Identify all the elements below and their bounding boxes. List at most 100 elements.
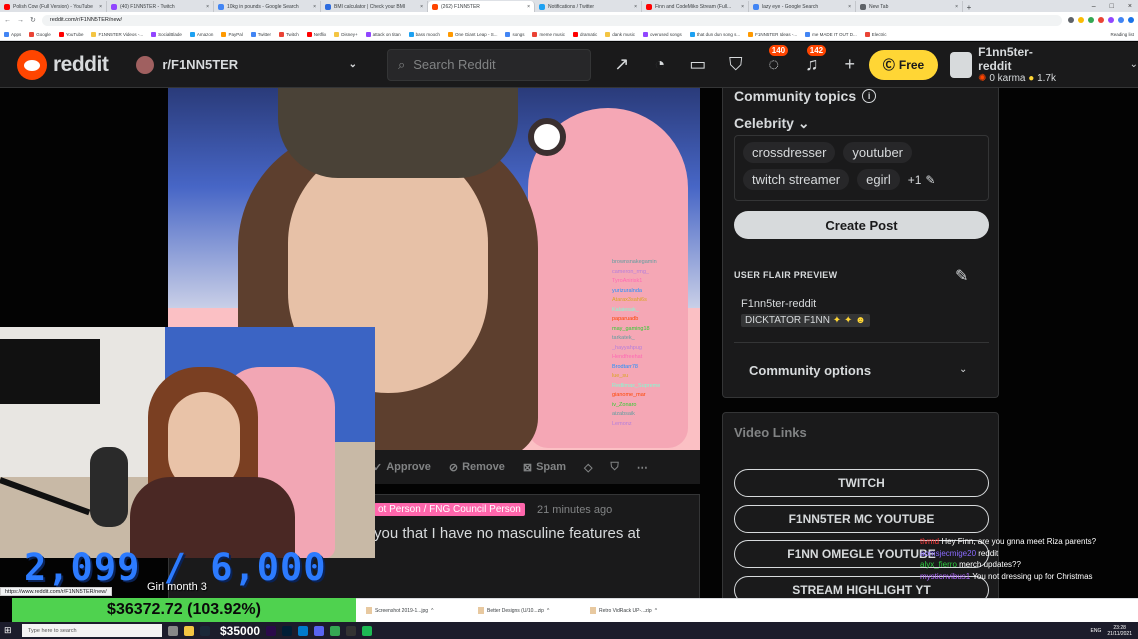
bookmark-item[interactable]: Netflix [306,31,326,37]
close-tab-icon[interactable]: × [955,4,958,10]
reading-list[interactable]: Reading list [1110,32,1134,37]
cortana-icon[interactable] [168,625,178,636]
window-controls[interactable]: – □ × [1092,3,1138,10]
more-topics[interactable]: +1 ✎ [908,173,936,187]
close-tab-icon[interactable]: × [848,4,851,10]
bookmark-item[interactable]: Electric [864,31,886,37]
video-link-button[interactable]: TWITCH [734,469,989,497]
bookmark-item[interactable]: dramatic [573,31,597,37]
video-link-button[interactable]: F1NN5TER MC YOUTUBE [734,504,989,533]
chrome-icon[interactable] [330,625,341,636]
topic-chip[interactable]: twitch streamer [743,169,850,190]
taskbar-search[interactable]: Type here to search [22,624,162,637]
bookmark-item[interactable]: dank music [605,31,635,37]
new-tab-button[interactable]: + [963,3,975,12]
bookmark-item[interactable]: YouTube [58,31,83,37]
vscode-icon[interactable] [298,625,309,636]
download-item[interactable]: Screenshot 2019-1...jpg ^ [366,607,466,614]
browser-tab[interactable]: Notifications / Twitter × [535,1,642,12]
remove-button[interactable]: ⊘ Remove [449,461,505,474]
close-tab-icon[interactable]: × [634,4,637,10]
close-tab-icon[interactable]: × [741,4,744,10]
chat-icon[interactable]: ◌ 140 [763,45,789,75]
user-menu-chevron-icon[interactable]: ⌄ [1130,59,1138,70]
user-menu[interactable]: F1nn5ter-reddit ✺ 0 karma ● 1.7k [950,45,1065,84]
create-post-button[interactable]: Create Post [734,211,989,239]
info-icon[interactable]: i [862,89,877,103]
browser-tab[interactable]: Polish Cow (Full Version) - YouTube × [0,1,107,12]
bookmark-item[interactable]: F1NN5TER Ideas -... [748,31,797,37]
tag-icon[interactable]: ◇ [584,461,592,474]
chevron-up-icon[interactable]: ^ [431,608,433,614]
bookmark-item[interactable]: One Giant Leap - S... [447,31,497,37]
url-input[interactable]: reddit.com/r/F1NN5TER/new/ [41,14,1062,26]
bookmark-item[interactable]: Google [29,31,51,37]
topic-chip[interactable]: youtuber [843,142,913,163]
community-options-button[interactable]: Community options [749,363,871,378]
maximize-icon[interactable]: □ [1110,3,1114,10]
topic-chip[interactable]: egirl [857,169,900,190]
bookmark-item[interactable]: me MADE IT OUT D... [805,31,857,37]
browser-tab[interactable]: (40) F1NN5TER - Twitch × [107,1,214,12]
spam-button[interactable]: ⊠ Spam [523,461,566,474]
browser-tab[interactable]: (262) F1NN5TER × [428,1,535,12]
edit-topics-icon[interactable]: ✎ [925,173,935,187]
forward-icon[interactable]: → [17,17,24,24]
browser-tab[interactable]: BMI calculator | Check your BMI × [321,1,428,12]
bookmark-item[interactable]: meme music [532,31,565,37]
reload-icon[interactable]: ↻ [30,16,36,24]
bookmark-item[interactable]: Apps [4,31,21,37]
bookmark-item[interactable]: Amazon [189,31,213,37]
popular-icon[interactable]: ↗ [611,54,633,75]
close-tab-icon[interactable]: × [206,4,209,10]
folder-icon[interactable] [184,625,194,636]
close-tab-icon[interactable]: × [420,4,423,10]
close-tab-icon[interactable]: × [313,4,316,10]
mod-shield-icon[interactable]: ⛉ [725,54,747,75]
discord-icon[interactable] [314,625,325,636]
bookmark-item[interactable]: songs [505,31,524,37]
reddit-logo[interactable]: reddit [17,49,109,80]
community-switcher[interactable]: r/F1NN5TER ⌄ [136,55,357,74]
bookmark-item[interactable]: Twitter [250,31,271,37]
post-title[interactable]: you that I have no masculine features at [374,525,640,542]
steam-icon[interactable] [200,625,210,636]
bookmark-item[interactable]: F1NN5TER Videos -... [91,31,143,37]
minimize-icon[interactable]: – [1092,3,1096,10]
bookmark-item[interactable]: Disney+ [334,31,358,37]
download-item[interactable]: Better Designs (U/10...zip ^ [478,607,578,614]
stats-icon[interactable]: ◔ [649,54,671,75]
more-options-icon[interactable]: ⋯ [637,461,648,474]
create-post-icon[interactable]: + [839,54,861,75]
notification-icon[interactable]: ♫ 142 [801,45,827,75]
windows-start-icon[interactable]: ⊞ [4,625,16,636]
download-item[interactable]: Retro VidRack UP-...zip ^ [590,607,690,614]
video-icon[interactable]: ▭ [687,54,709,75]
spotify-icon[interactable] [362,625,373,636]
browser-tab[interactable]: Finn and CodeMiko Stream (Full... × [642,1,749,12]
bookmark-item[interactable]: attack on titan [365,31,401,37]
topic-chip[interactable]: crossdresser [743,142,836,163]
browser-tab[interactable]: 10kg in pounds - Google Search × [214,1,321,12]
chevron-up-icon[interactable]: ^ [655,608,657,614]
bookmark-item[interactable]: SocialBlade [151,31,182,37]
shield-icon[interactable]: ⛉ [611,461,619,474]
bookmark-item[interactable]: overused songs [643,31,682,37]
back-icon[interactable]: ← [4,17,11,24]
photoshop-icon[interactable] [282,625,293,636]
bookmark-item[interactable]: that dun dun song s... [689,31,740,37]
close-tab-icon[interactable]: × [527,4,530,10]
close-tab-icon[interactable]: × [99,4,102,10]
chevron-down-icon[interactable]: ⌄ [959,364,967,375]
clock[interactable]: 23:28 21/11/2021 [1107,625,1132,637]
premiere-icon[interactable] [266,625,277,636]
browser-tab[interactable]: New Tab × [856,1,963,12]
category-select[interactable]: Celebrity ⌄ [734,115,810,132]
bookmark-item[interactable]: bass mooch [408,31,440,37]
close-window-icon[interactable]: × [1128,3,1132,10]
browser-tab[interactable]: lazy eye - Google Search × [749,1,856,12]
search-input[interactable]: ⌕ Search Reddit [386,48,591,81]
bookmark-item[interactable]: PayPal [221,31,243,37]
free-coins-button[interactable]: Ⓒ Free [868,49,939,80]
chevron-up-icon[interactable]: ^ [547,608,549,614]
